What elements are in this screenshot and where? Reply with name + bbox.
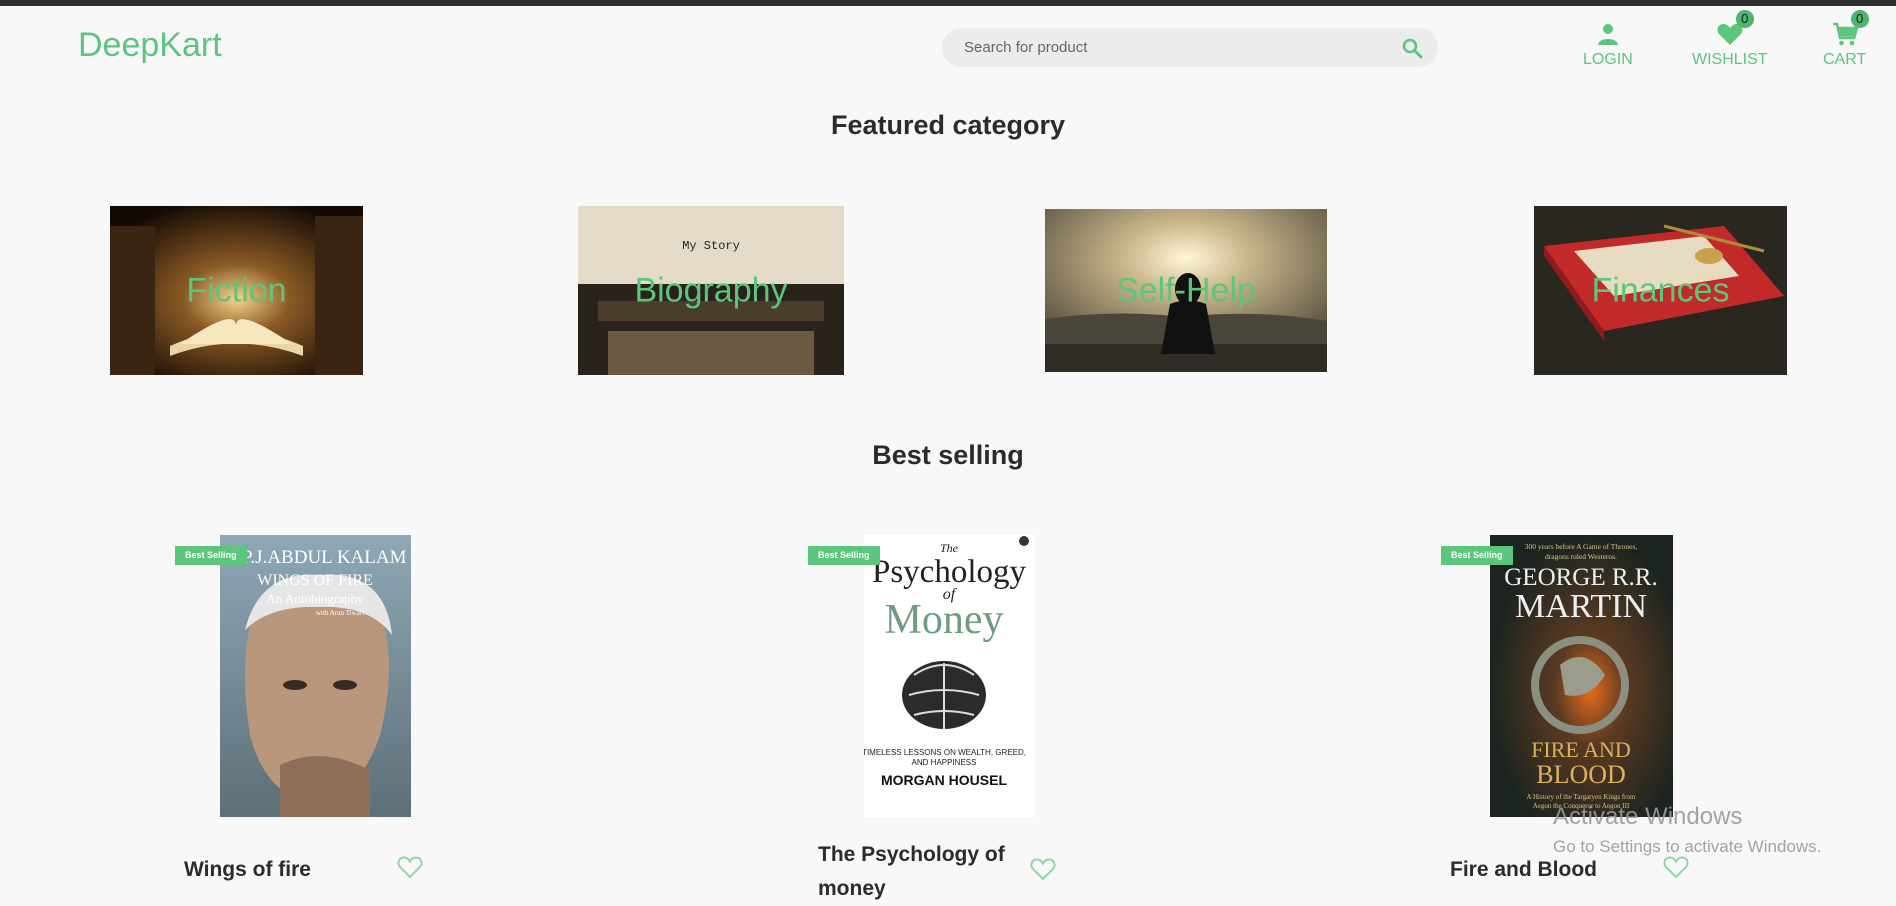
wishlist-count-badge: 0 (1735, 10, 1754, 28)
best-selling-tag: Best Selling (808, 546, 880, 565)
wishlist-label: WISHLIST (1692, 51, 1768, 68)
cart-button[interactable]: 0 CART (1823, 10, 1869, 69)
cover-line1: A.P.J.ABDUL KALAM (224, 547, 407, 568)
cover-line7: A History of the Targaryen Kings from (1527, 793, 1636, 801)
cover-line7: MORGAN HOUSEL (881, 772, 1007, 788)
login-button[interactable]: LOGIN (1583, 20, 1633, 69)
cover-line3: An Autobiography (266, 591, 364, 606)
best-selling-title: Best selling (872, 440, 1024, 470)
cover-line4: with Arun Tiwari (316, 609, 364, 617)
category-label: Fiction (186, 271, 287, 309)
cover-line6: BLOOD (1536, 760, 1626, 789)
search-input[interactable] (964, 28, 1384, 67)
book-cover-wings-of-fire[interactable]: A.P.J.ABDUL KALAM WINGS OF FIRE An Autob… (220, 535, 411, 817)
login-label: LOGIN (1583, 51, 1633, 68)
user-icon (1597, 24, 1618, 45)
category-label: Self-Help (1116, 271, 1256, 309)
cover-line1: 300 years before A Game of Thrones, (1525, 542, 1638, 551)
cover-line5: TIMELESS LESSONS ON WEALTH, GREED, (864, 748, 1026, 757)
wishlist-button[interactable]: 0 WISHLIST (1692, 10, 1768, 69)
category-biography[interactable]: My Story Biography (578, 206, 844, 375)
wings-of-fire-cover-image: A.P.J.ABDUL KALAM WINGS OF FIRE An Autob… (220, 535, 411, 817)
category-self-help[interactable]: Self-Help (1045, 209, 1327, 372)
category-label: Finances (1591, 271, 1730, 309)
psychology-of-money-cover-image: The Psychology of Money TIMELESS LESSONS… (864, 535, 1034, 817)
cover-line4: Money (885, 597, 1004, 643)
fire-and-blood-cover-image: 300 years before A Game of Thrones, drag… (1490, 535, 1673, 817)
cover-line4: MARTIN (1515, 588, 1647, 625)
book-title[interactable]: Wings of fire (184, 853, 384, 887)
top-border (0, 0, 1896, 6)
cover-line1: The (940, 541, 959, 555)
book-cover-psychology-of-money[interactable]: The Psychology of Money TIMELESS LESSONS… (864, 535, 1034, 817)
book-title[interactable]: The Psychology of money (818, 838, 1018, 906)
cart-label: CART (1823, 51, 1867, 68)
wishlist-heart-icon[interactable] (397, 855, 423, 879)
wishlist-heart-icon[interactable] (1663, 855, 1689, 879)
category-label: Biography (634, 271, 788, 309)
book-cover-fire-and-blood[interactable]: 300 years before A Game of Thrones, drag… (1490, 535, 1673, 817)
cover-line2: Psychology (872, 554, 1027, 590)
wishlist-heart-icon[interactable] (1030, 857, 1056, 881)
wishlist-icon-wrap: 0 (1716, 10, 1754, 48)
watermark-title: Activate Windows (1553, 803, 1743, 830)
logo[interactable]: DeepKart (78, 26, 222, 65)
cover-line2: dragons ruled Westeros. (1545, 552, 1617, 561)
search-bar[interactable] (942, 28, 1438, 67)
category-fiction[interactable]: Fiction (110, 206, 363, 375)
cover-line2: WINGS OF FIRE (257, 572, 373, 589)
featured-category-title: Featured category (830, 110, 1066, 140)
biography-image-text: My Story (682, 239, 740, 253)
search-icon[interactable] (1400, 36, 1424, 60)
cart-icon-wrap: 0 (1831, 10, 1869, 48)
book-title[interactable]: Fire and Blood (1450, 853, 1650, 887)
best-selling-tag: Best Selling (1441, 546, 1513, 565)
cover-line3: GEORGE R.R. (1504, 564, 1657, 591)
cover-line5: FIRE AND (1531, 737, 1631, 762)
best-selling-tag: Best Selling (175, 546, 247, 565)
watermark-subtitle: Go to Settings to activate Windows. (1553, 837, 1822, 856)
category-finances[interactable]: Finances (1534, 206, 1787, 375)
cover-line6: AND HAPPINESS (912, 758, 977, 767)
cart-count-badge: 0 (1850, 10, 1869, 28)
